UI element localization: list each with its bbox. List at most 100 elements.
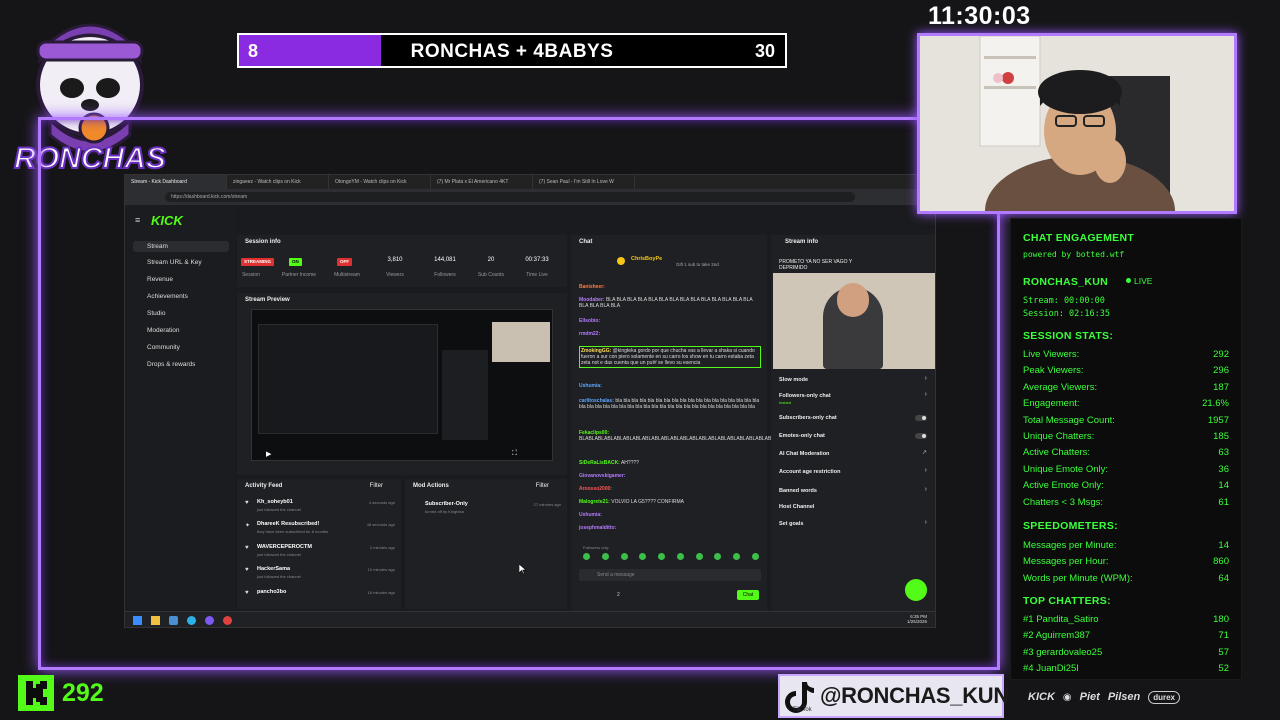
preview-nested-chat xyxy=(442,350,488,440)
stream-info-panel: Stream info PROMETO YA NO SER VAGO Y DEP… xyxy=(771,235,935,611)
stat-value: 187 xyxy=(1213,381,1229,393)
webcam-feed xyxy=(917,33,1237,214)
emote-icon[interactable] xyxy=(751,553,759,560)
setting-banned-words[interactable]: Banned words xyxy=(779,488,817,494)
emote-icon[interactable] xyxy=(658,553,666,560)
sidebar-item-moderation[interactable]: Moderation xyxy=(147,327,180,334)
gift-icon xyxy=(617,257,625,265)
emote-icon[interactable] xyxy=(620,553,628,560)
url-input[interactable]: https://dashboard.kick.com/stream xyxy=(165,192,855,202)
session-info-panel: Session info STREAMING ON OFF Session Pa… xyxy=(237,235,567,287)
emote-icon[interactable] xyxy=(583,553,590,560)
chat-username[interactable]: Ushumia: xyxy=(579,383,602,389)
chat-username[interactable]: Banisheer: xyxy=(579,284,605,290)
external-link-icon[interactable]: ↗ xyxy=(922,449,927,456)
chat-input[interactable]: Send a message xyxy=(579,569,761,581)
mod-filter-button[interactable]: Filter xyxy=(536,483,549,489)
setting-emotes-only[interactable]: Emotes-only chat xyxy=(779,433,825,439)
sidebar-item-community[interactable]: Community xyxy=(147,344,180,351)
chat-username[interactable]: josephmalditto: xyxy=(579,525,616,531)
fullscreen-icon[interactable]: ⛶ xyxy=(512,450,517,458)
mod-action-item: Subscriber-Only xyxy=(425,501,468,507)
emotes-only-toggle[interactable] xyxy=(915,433,927,439)
emote-icon[interactable] xyxy=(714,553,722,560)
browser-tab-strip: Stream - Kick Dashboard zingaeez - Watch… xyxy=(125,175,935,189)
sidebar-item-stream-url[interactable]: Stream URL & Key xyxy=(147,259,202,266)
chat-username[interactable]: Ellsobio: xyxy=(579,318,600,324)
chevron-right-icon[interactable]: › xyxy=(925,467,927,474)
chat-username[interactable]: Aroosso2000: xyxy=(579,486,612,492)
multistream-badge: OFF xyxy=(337,258,352,266)
chat-message: Ellsobio: xyxy=(579,318,761,324)
stat-value: 63 xyxy=(1218,447,1229,459)
emote-icon[interactable] xyxy=(601,553,609,560)
sidebar-item-revenue[interactable]: Revenue xyxy=(147,276,173,283)
windows-start-icon[interactable] xyxy=(133,616,142,625)
browser-tab[interactable]: (7) Mr Plata x El Americano 4KT xyxy=(431,175,533,189)
sponsor-kick-logo: KICK xyxy=(1028,691,1055,703)
chat-username[interactable]: rmdm22: xyxy=(579,331,600,337)
setting-followers-only[interactable]: Followers-only chat xyxy=(779,393,831,399)
setting-ai-moderation[interactable]: AI Chat Moderation xyxy=(779,451,829,457)
emote-icon[interactable] xyxy=(695,553,703,560)
time-live-label: Time Live xyxy=(526,272,548,278)
taskbar-clock: 6:35 PM 1/25/2026 xyxy=(907,614,927,624)
followers-label: Followers xyxy=(434,272,456,278)
pinned-text: Gift 1 sub to take 2nd xyxy=(676,262,719,267)
emote-row[interactable] xyxy=(583,553,759,563)
app-icon[interactable] xyxy=(169,616,178,625)
menu-icon[interactable]: ≡ xyxy=(135,215,140,225)
channel-points: 2 xyxy=(617,592,620,598)
partner-income-badge: ON xyxy=(289,258,302,266)
chevron-right-icon[interactable]: › xyxy=(925,486,927,493)
subscribers-only-toggle[interactable] xyxy=(915,415,927,421)
chat-send-button[interactable]: Chat xyxy=(737,590,759,600)
chat-message: Moodaber: BLA BLA BLA BLA BLA BLA BLA BL… xyxy=(579,297,761,309)
tiktok-banner: Tik Tok @RONCHAS_KUN xyxy=(778,674,1009,718)
chat-title: Chat xyxy=(579,239,593,245)
chat-username[interactable]: Malogrete21: xyxy=(579,499,610,505)
stream-preview-title: Stream Preview xyxy=(245,297,290,303)
activity-filter-button[interactable]: Filter xyxy=(370,483,383,489)
support-icon[interactable] xyxy=(905,579,927,601)
stat-label: Unique Chatters: xyxy=(1023,431,1095,442)
stream-preview-video[interactable]: ▶ ⛶ xyxy=(251,309,553,461)
setting-host-channel[interactable]: Host Channel xyxy=(779,504,814,510)
obs-icon[interactable] xyxy=(223,616,232,625)
browser-tab[interactable]: Stream - Kick Dashboard xyxy=(125,175,227,189)
stat-label: Average Viewers: xyxy=(1023,381,1098,393)
chevron-right-icon[interactable]: › xyxy=(925,519,927,526)
emote-icon[interactable] xyxy=(676,553,684,560)
stat-value: 21.6% xyxy=(1202,398,1229,410)
app-icon[interactable] xyxy=(205,616,214,625)
stat-label: Messages per Minute: xyxy=(1023,540,1117,551)
setting-set-goals[interactable]: Set goals xyxy=(779,521,803,527)
play-icon[interactable]: ▶ xyxy=(266,450,271,458)
sidebar-item-stream[interactable]: Stream xyxy=(133,241,229,252)
edge-icon[interactable] xyxy=(187,616,196,625)
emote-icon[interactable] xyxy=(639,553,647,560)
kick-logo[interactable]: KICK xyxy=(151,213,183,228)
activity-feed-title: Activity Feed xyxy=(245,483,283,489)
chat-username[interactable]: Ushumia: xyxy=(579,512,602,518)
sidebar-item-studio[interactable]: Studio xyxy=(147,310,165,317)
chevron-right-icon[interactable]: › xyxy=(925,375,927,382)
taskbar-date: 1/25/2026 xyxy=(906,619,927,624)
setting-account-age[interactable]: Account age restriction xyxy=(779,469,840,475)
sponsor-pilsen-logo: Pilsen xyxy=(1107,691,1141,703)
activity-item-sub: just followed the channel xyxy=(257,552,301,557)
browser-tab[interactable]: (7) Sean Paul - I'm Still In Love W xyxy=(533,175,635,189)
sidebar-item-drops[interactable]: Drops & rewards xyxy=(147,361,195,368)
setting-subscribers-only[interactable]: Subscribers-only chat xyxy=(779,415,837,421)
browser-tab[interactable]: zingaeez - Watch clips on Kick xyxy=(227,175,329,189)
sidebar-item-achievements[interactable]: Achievements xyxy=(147,293,188,300)
stat-label: Active Emote Only: xyxy=(1023,480,1104,492)
browser-tab[interactable]: OtongoYM - Watch clips on Kick xyxy=(329,175,431,189)
setting-slow-mode[interactable]: Slow mode xyxy=(779,377,808,383)
emote-icon[interactable] xyxy=(733,553,741,560)
chat-username[interactable]: SiDeRaLisBACK: xyxy=(579,460,620,466)
chat-username[interactable]: Giovanovskigamer: xyxy=(579,473,625,479)
chevron-right-icon[interactable]: › xyxy=(925,391,927,398)
file-explorer-icon[interactable] xyxy=(151,616,160,625)
activity-item-time: 48 seconds ago xyxy=(366,522,395,527)
